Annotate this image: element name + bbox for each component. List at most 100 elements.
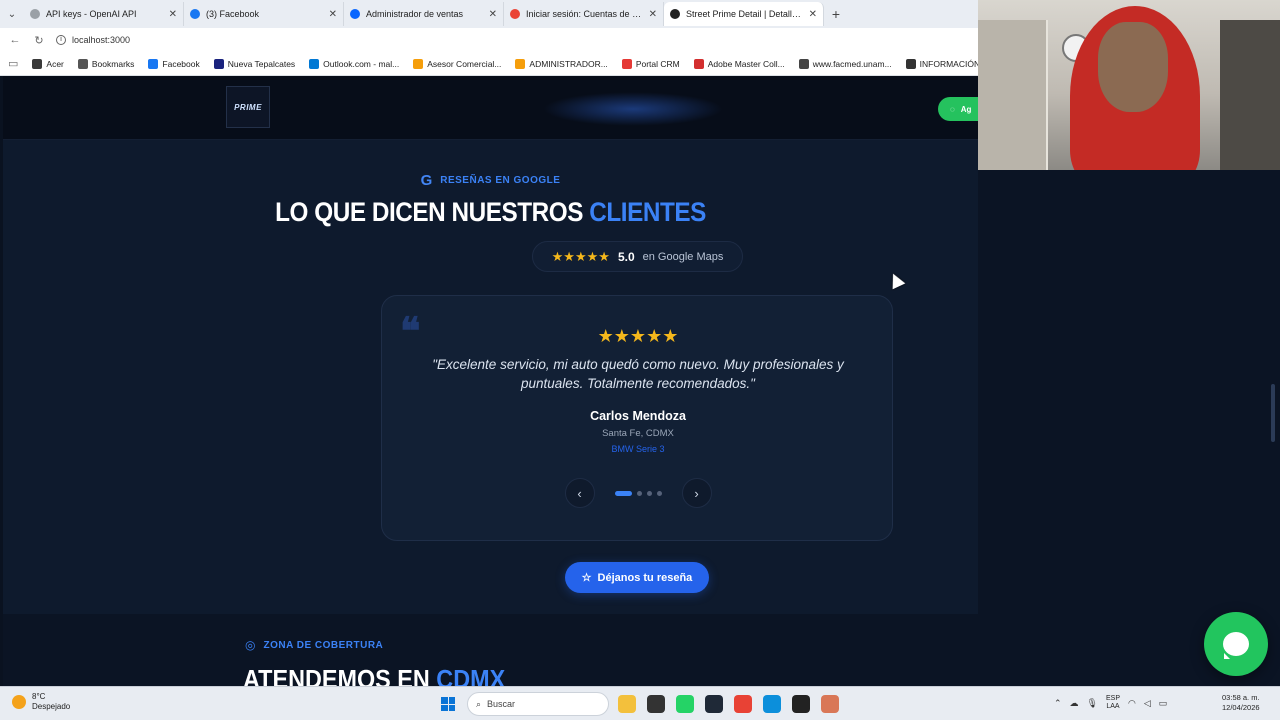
webcam-overlay bbox=[978, 0, 1280, 170]
header-glow bbox=[543, 92, 723, 126]
logo-text: PRIME bbox=[234, 102, 262, 112]
windows-start-icon[interactable] bbox=[441, 697, 455, 711]
scrollbar-thumb[interactable] bbox=[1271, 384, 1275, 442]
tab-list-chevron-icon[interactable]: ⌄ bbox=[0, 9, 24, 20]
tab-title: Street Prime Detail | Detallado Aut bbox=[686, 9, 803, 19]
whatsapp-float-button[interactable] bbox=[1204, 612, 1268, 676]
weather-sun-icon bbox=[12, 695, 26, 709]
url-field[interactable]: i localhost:3000 bbox=[56, 35, 130, 45]
bookmark-item[interactable]: Bookmarks bbox=[77, 58, 135, 69]
address-bar: ← ↻ i localhost:3000 bbox=[0, 28, 980, 52]
carousel-dot[interactable] bbox=[636, 490, 642, 496]
leave-review-button[interactable]: ☆ Déjanos tu reseña bbox=[565, 562, 709, 593]
weather-temp: 8°C bbox=[32, 692, 46, 701]
wifi-icon[interactable]: ◠ bbox=[1128, 698, 1136, 709]
battery-icon[interactable]: ▭ bbox=[1159, 698, 1168, 709]
site-logo[interactable]: PRIME bbox=[226, 86, 270, 128]
search-placeholder: Buscar bbox=[487, 699, 516, 709]
reviews-headline-main: LO QUE DICEN NUESTROS bbox=[275, 197, 583, 227]
bookmark-label: Bookmarks bbox=[91, 58, 135, 69]
tab-close-icon[interactable]: ✕ bbox=[169, 9, 177, 20]
chrome-icon[interactable] bbox=[734, 695, 752, 713]
bookmark-item[interactable]: Outlook.com - mal... bbox=[309, 58, 399, 69]
bookmark-favicon-icon bbox=[213, 58, 224, 69]
edge-icon[interactable] bbox=[763, 695, 781, 713]
carousel-prev-button[interactable]: ‹ bbox=[564, 478, 595, 508]
bookmark-item[interactable]: Portal CRM bbox=[621, 58, 680, 69]
new-tab-button[interactable]: + bbox=[824, 6, 848, 22]
tab-title: API keys - OpenAI API bbox=[46, 9, 137, 19]
reviews-headline-accent: CLIENTES bbox=[589, 197, 706, 227]
leave-review-label: Déjanos tu reseña bbox=[597, 571, 693, 584]
bookmark-label: Acer bbox=[46, 58, 64, 69]
taskbar-apps bbox=[618, 695, 839, 713]
star-outline-icon: ☆ bbox=[581, 572, 592, 584]
taskbar-search-input[interactable]: ⌕ Buscar bbox=[467, 692, 609, 716]
review-stars-icon: ★★★★★ bbox=[597, 326, 679, 346]
carousel-dots bbox=[614, 490, 662, 496]
terminal-app-icon[interactable] bbox=[705, 695, 723, 713]
coverage-headline-main: ATENDEMOS EN bbox=[243, 664, 430, 686]
carousel-dot-active[interactable] bbox=[614, 490, 632, 496]
browser-tab[interactable]: Administrador de ventas ✕ bbox=[344, 2, 504, 26]
bookmark-item[interactable]: Acer bbox=[32, 58, 64, 69]
rating-source: en Google Maps bbox=[642, 250, 724, 263]
webcam-background-shelf-right bbox=[1220, 20, 1280, 170]
site-info-icon[interactable]: i bbox=[56, 35, 66, 45]
browser-tab[interactable]: API keys - OpenAI API ✕ bbox=[24, 2, 184, 26]
bookmark-item[interactable]: www.facmed.unam... bbox=[798, 58, 892, 69]
coverage-headline: ATENDEMOS EN CDMX bbox=[243, 664, 505, 686]
browser-tab[interactable]: Iniciar sesión: Cuentas de Google ✕ bbox=[504, 2, 664, 26]
apps-icon[interactable]: ▭ bbox=[8, 57, 18, 70]
bookmark-item[interactable]: ADMINISTRADOR... bbox=[515, 58, 608, 69]
weather-widget[interactable]: 8°C Despejado bbox=[12, 692, 70, 712]
tab-close-icon[interactable]: ✕ bbox=[329, 9, 337, 20]
tab-title: Administrador de ventas bbox=[366, 9, 464, 19]
reviewer-location: Santa Fe, CDMX bbox=[602, 428, 674, 439]
tab-close-icon[interactable]: ✕ bbox=[649, 9, 657, 20]
bookmark-label: www.facmed.unam... bbox=[812, 58, 892, 69]
language-indicator[interactable]: ESP LAA bbox=[1106, 695, 1120, 711]
bookmark-favicon-icon bbox=[32, 58, 43, 69]
taskbar-clock[interactable]: 03:58 a. m. 12/04/2026 bbox=[1222, 693, 1260, 713]
reload-icon[interactable]: ↻ bbox=[32, 34, 46, 47]
bookmark-item[interactable]: Adobe Master Coll... bbox=[693, 58, 785, 69]
coverage-eyebrow-text: ZONA DE COBERTURA bbox=[263, 639, 384, 651]
bookmark-favicon-icon bbox=[413, 58, 424, 69]
claude-app-icon[interactable] bbox=[821, 695, 839, 713]
carousel-dot[interactable] bbox=[646, 490, 652, 496]
coverage-section: ◎ ZONA DE COBERTURA ATENDEMOS EN CDMX bbox=[3, 614, 978, 686]
location-pin-icon: ◎ bbox=[245, 638, 256, 652]
header-whatsapp-button[interactable]: ◌ Ag bbox=[938, 97, 978, 121]
microphone-icon[interactable]: 🎙 bbox=[1087, 698, 1098, 709]
browser-tab[interactable]: (3) Facebook ✕ bbox=[184, 2, 344, 26]
search-icon: ⌕ bbox=[476, 698, 482, 709]
whatsapp-app-icon[interactable] bbox=[676, 695, 694, 713]
browser-tab-active[interactable]: Street Prime Detail | Detallado Aut ✕ bbox=[664, 2, 824, 26]
bookmark-favicon-icon bbox=[77, 58, 88, 69]
bookmark-favicon-icon bbox=[148, 58, 159, 69]
file-explorer-icon[interactable] bbox=[618, 695, 636, 713]
back-arrow-icon[interactable]: ← bbox=[8, 34, 22, 46]
lang-bottom: LAA bbox=[1106, 703, 1120, 710]
tab-favicon-icon bbox=[190, 9, 200, 19]
bookmark-item[interactable]: Nueva Tepalcates bbox=[213, 58, 295, 69]
bookmark-favicon-icon bbox=[309, 58, 320, 69]
tab-close-icon[interactable]: ✕ bbox=[809, 9, 817, 20]
rating-score: 5.0 bbox=[617, 249, 635, 264]
clock-date: 12/04/2026 bbox=[1222, 703, 1260, 712]
app-icon[interactable] bbox=[647, 695, 665, 713]
coverage-headline-accent: CDMX bbox=[436, 664, 506, 686]
bookmark-label: Facebook bbox=[162, 58, 200, 69]
tab-close-icon[interactable]: ✕ bbox=[489, 9, 497, 20]
command-prompt-icon[interactable] bbox=[792, 695, 810, 713]
cloud-icon[interactable]: ☁ bbox=[1070, 698, 1079, 709]
volume-icon[interactable]: ◁ bbox=[1144, 698, 1151, 709]
tray-chevron-icon[interactable]: ⌃ bbox=[1054, 698, 1062, 709]
carousel-next-button[interactable]: › bbox=[681, 478, 712, 508]
carousel-dot[interactable] bbox=[656, 490, 662, 496]
bookmark-item[interactable]: Facebook bbox=[148, 58, 200, 69]
tab-title: Iniciar sesión: Cuentas de Google bbox=[526, 9, 643, 19]
bookmark-item[interactable]: Asesor Comercial... bbox=[413, 58, 501, 69]
reviews-eyebrow-text: RESEÑAS EN GOOGLE bbox=[440, 175, 561, 186]
